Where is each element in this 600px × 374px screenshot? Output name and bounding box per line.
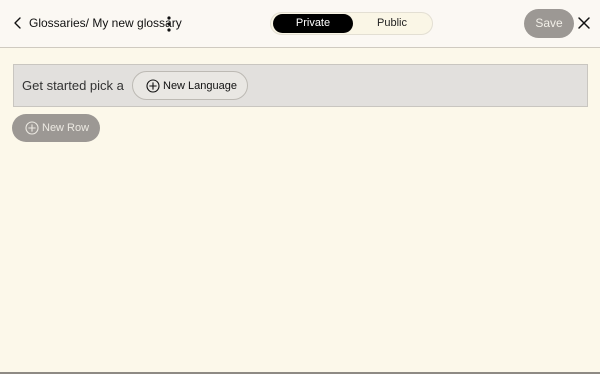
plus-circle-icon bbox=[25, 121, 39, 135]
get-started-prompt: Get started pick a bbox=[22, 78, 124, 93]
new-language-label: New Language bbox=[163, 80, 238, 92]
vertical-dots-icon bbox=[167, 16, 171, 32]
plus-circle-icon bbox=[146, 79, 160, 93]
new-row-button[interactable]: New Row bbox=[12, 114, 100, 142]
visibility-toggle: Private Public bbox=[270, 12, 433, 35]
visibility-option-private[interactable]: Private bbox=[273, 14, 353, 33]
chevron-left-icon bbox=[14, 17, 21, 29]
close-button[interactable] bbox=[577, 16, 591, 30]
visibility-option-public[interactable]: Public bbox=[353, 14, 431, 33]
back-button[interactable] bbox=[10, 14, 26, 32]
new-row-label: New Row bbox=[42, 122, 90, 134]
close-icon bbox=[578, 17, 590, 29]
save-button[interactable]: Save bbox=[524, 9, 574, 38]
top-bar: Glossaries/ My new glossary Private Publ… bbox=[0, 0, 600, 48]
language-header-row: Get started pick a New Language bbox=[13, 64, 588, 107]
new-language-button[interactable]: New Language bbox=[132, 71, 248, 100]
breadcrumb: Glossaries/ My new glossary bbox=[29, 16, 182, 30]
more-options-button[interactable] bbox=[162, 14, 176, 34]
